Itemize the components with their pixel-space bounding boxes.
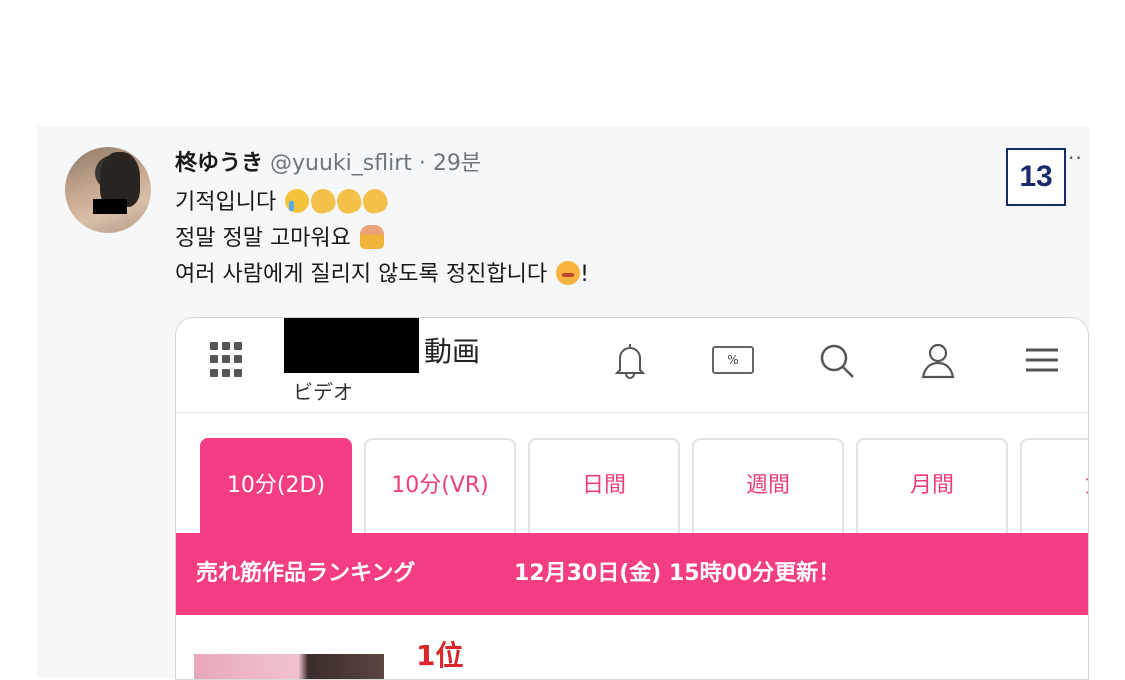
clapping-hands-icon (334, 186, 364, 216)
banner-title: 売れ筋作品ランキング (196, 561, 416, 586)
tab-10min-vr[interactable]: 10分(VR) (364, 438, 516, 533)
person-bowing-icon (359, 225, 384, 249)
tweet-line-1-text: 기적입니다 (175, 190, 277, 215)
display-name[interactable]: 柊ゆうき (175, 151, 263, 176)
more-options-icon[interactable]: ·· (1068, 146, 1083, 170)
tweet-line-2: 정말 정말 고마워요 (175, 222, 384, 256)
right-edge-fade (1089, 126, 1125, 678)
bell-icon[interactable] (610, 340, 650, 380)
tweet-header: 柊ゆうき @yuuki_sflirt · 29분 (175, 148, 481, 180)
tab-daily[interactable]: 日間 (528, 438, 680, 533)
user-handle[interactable]: @yuuki_sflirt (270, 151, 412, 176)
tab-weekly[interactable]: 週間 (692, 438, 844, 533)
clapping-hands-icon (360, 186, 390, 216)
ranking-banner: 売れ筋作品ランキング 12月30日(金) 15時00分更新！ (176, 533, 1088, 615)
user-icon[interactable] (918, 340, 958, 380)
tweet-line-1: 기적입니다 (175, 186, 390, 220)
header-divider (176, 412, 1088, 413)
ranking-thumbnail[interactable] (194, 654, 384, 679)
avatar[interactable] (65, 147, 151, 233)
tab-monthly[interactable]: 月間 (856, 438, 1008, 533)
tab-10min-2d[interactable]: 10分(2D) (200, 438, 352, 533)
apps-grid-icon[interactable] (210, 342, 246, 378)
tweet-line-3-text: 여러 사람에게 질리지 않도록 정진합니다 (175, 262, 548, 287)
brand-title[interactable]: 動画 (424, 330, 480, 370)
tab-female[interactable]: 女 (1020, 438, 1088, 533)
banner-update-time: 12月30日(金) 15時00分更新！ (514, 561, 841, 586)
clapping-hands-icon (308, 186, 338, 216)
face-with-steam-icon (556, 261, 581, 285)
censor-bar (93, 199, 127, 214)
tweet-line-2-text: 정말 정말 고마워요 (175, 226, 351, 251)
header-separator: · (418, 151, 426, 176)
embedded-screenshot[interactable]: 動画 ビデオ % 10分(2D) 10分(VR) 日間 週間 月間 女 売れ筋作… (175, 317, 1089, 680)
crying-face-icon (285, 189, 310, 213)
brand-subtitle: ビデオ (293, 380, 353, 404)
menu-icon[interactable] (1022, 340, 1062, 380)
tweet-line-3-exclaim: ! (580, 262, 589, 287)
brand-censor-bar (284, 318, 419, 373)
annotation-badge: 13 (1006, 148, 1066, 206)
tweet-time[interactable]: 29분 (433, 151, 481, 176)
coupon-icon[interactable]: % (712, 346, 754, 374)
rank-label: 1位 (416, 639, 464, 672)
tweet-line-3: 여러 사람에게 질리지 않도록 정진합니다 ! (175, 258, 589, 292)
search-icon[interactable] (816, 340, 856, 380)
